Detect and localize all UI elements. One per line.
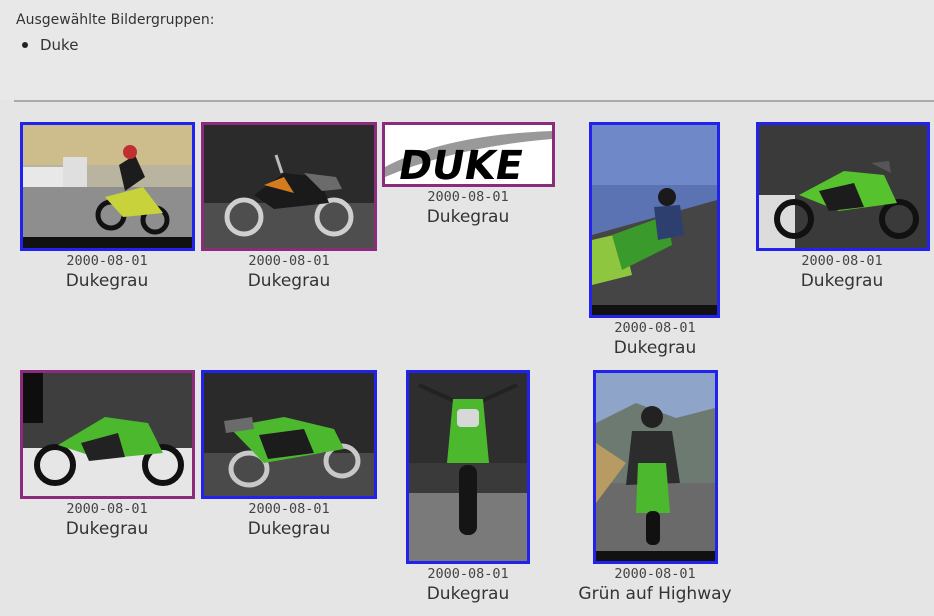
motorcycle-photo bbox=[596, 373, 715, 561]
photo-date: 2000-08-01 bbox=[614, 320, 696, 336]
selected-groups-heading: Ausgewählte Bildergruppen: bbox=[16, 12, 215, 28]
selected-groups-panel: Ausgewählte Bildergruppen: Duke bbox=[0, 0, 934, 100]
photo-date: 2000-08-01 bbox=[614, 566, 696, 582]
gallery-thumbnail-7[interactable] bbox=[201, 370, 377, 499]
photo-title: Dukegrau bbox=[800, 271, 884, 291]
gallery-thumbnail-1[interactable] bbox=[20, 122, 195, 251]
motorcycle-photo bbox=[23, 373, 192, 496]
gallery-thumbnail-4[interactable] bbox=[589, 122, 720, 318]
gallery-thumbnail-5[interactable] bbox=[756, 122, 930, 251]
thumbnail-caption-2: 2000-08-01 Dukegrau bbox=[189, 253, 389, 292]
photo-date: 2000-08-01 bbox=[427, 189, 509, 205]
gallery-thumbnail-3[interactable]: DUKE bbox=[382, 122, 555, 187]
group-item-duke: Duke bbox=[22, 36, 78, 54]
bullet-icon bbox=[22, 42, 28, 48]
group-label: Duke bbox=[40, 36, 79, 54]
gallery-thumbnail-8[interactable] bbox=[406, 370, 530, 564]
photo-date: 2000-08-01 bbox=[66, 253, 148, 269]
divider bbox=[14, 100, 934, 102]
selected-groups-list: Duke bbox=[22, 36, 78, 54]
motorcycle-photo bbox=[23, 125, 192, 248]
duke-logo-image: DUKE bbox=[385, 125, 552, 184]
gallery-thumbnail-6[interactable] bbox=[20, 370, 195, 499]
photo-date: 2000-08-01 bbox=[427, 566, 509, 582]
photo-date: 2000-08-01 bbox=[801, 253, 883, 269]
photo-title: Dukegrau bbox=[247, 519, 331, 539]
gallery-thumbnail-9[interactable] bbox=[593, 370, 718, 564]
photo-title: Dukegrau bbox=[613, 338, 697, 358]
thumbnail-caption-6: 2000-08-01 Dukegrau bbox=[7, 501, 207, 540]
svg-text:DUKE: DUKE bbox=[395, 142, 527, 184]
photo-title: Grün auf Highway bbox=[578, 584, 732, 604]
photo-title: Dukegrau bbox=[426, 584, 510, 604]
photo-title: Dukegrau bbox=[247, 271, 331, 291]
thumbnail-caption-3: 2000-08-01 Dukegrau bbox=[368, 189, 568, 228]
photo-date: 2000-08-01 bbox=[248, 501, 330, 517]
gallery-thumbnail-2[interactable] bbox=[201, 122, 377, 251]
thumbnail-caption-9: 2000-08-01 Grün auf Highway bbox=[555, 566, 755, 605]
thumbnail-caption-7: 2000-08-01 Dukegrau bbox=[189, 501, 389, 540]
photo-date: 2000-08-01 bbox=[248, 253, 330, 269]
thumbnail-caption-4: 2000-08-01 Dukegrau bbox=[555, 320, 755, 359]
photo-title: Dukegrau bbox=[65, 519, 149, 539]
motorcycle-photo bbox=[204, 125, 374, 248]
motorcycle-photo bbox=[759, 125, 927, 248]
thumbnail-caption-8: 2000-08-01 Dukegrau bbox=[368, 566, 568, 605]
photo-title: Dukegrau bbox=[65, 271, 149, 291]
thumbnail-caption-5: 2000-08-01 Dukegrau bbox=[742, 253, 934, 292]
photo-date: 2000-08-01 bbox=[66, 501, 148, 517]
thumbnail-caption-1: 2000-08-01 Dukegrau bbox=[7, 253, 207, 292]
motorcycle-photo bbox=[204, 373, 374, 496]
motorcycle-photo bbox=[409, 373, 527, 561]
photo-title: Dukegrau bbox=[426, 207, 510, 227]
motorcycle-photo bbox=[592, 125, 717, 315]
